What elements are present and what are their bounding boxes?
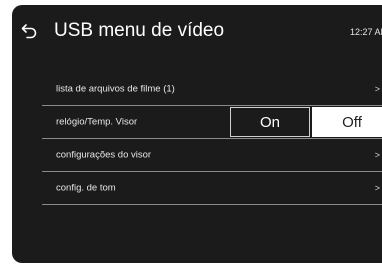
- menu-item-label: lista de arquivos de filme (1): [56, 83, 175, 95]
- chevron-right-icon: >: [374, 150, 380, 160]
- chevron-right-icon: >: [374, 183, 380, 193]
- menu-item-display-settings[interactable]: configurações do visor >: [42, 139, 382, 172]
- chevron-right-icon: >: [374, 84, 380, 94]
- menu-item-clock-temp-display: relógio/Temp. Visor On Off: [42, 106, 382, 139]
- page-title: USB menu de vídeo: [54, 20, 225, 41]
- menu-item-tone-settings[interactable]: config. de tom >: [42, 172, 382, 205]
- menu-item-label: configurações do visor: [56, 149, 152, 161]
- toggle-off-button[interactable]: Off: [312, 107, 382, 137]
- menu-item-label: config. de tom: [56, 182, 116, 194]
- menu-item-label: relógio/Temp. Visor: [56, 116, 138, 128]
- toggle-on-button[interactable]: On: [230, 107, 310, 137]
- menu-item-movie-file-list[interactable]: lista de arquivos de filme (1) >: [42, 73, 382, 106]
- return-arrow-icon[interactable]: [20, 21, 40, 41]
- clock: 12:27 AM: [349, 27, 382, 37]
- usb-video-menu-screen: USB menu de vídeo 12:27 AM lista de arqu…: [12, 5, 382, 263]
